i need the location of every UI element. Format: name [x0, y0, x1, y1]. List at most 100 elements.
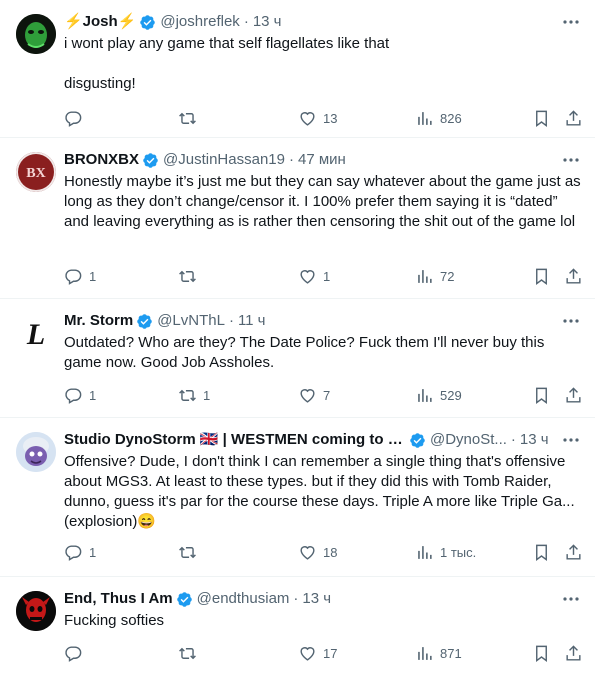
timestamp[interactable]: 11 ч: [238, 311, 266, 331]
heart-icon: [300, 111, 315, 126]
display-name[interactable]: Studio DynoStorm 🇬🇧 | WESTMEN coming to …: [64, 430, 406, 450]
cartoon-character-avatar-icon: [16, 432, 56, 472]
handle[interactable]: @JustinHassan19: [163, 150, 285, 170]
verified-badge-icon: [143, 152, 158, 168]
view-count: 826: [440, 110, 462, 126]
verified-badge-icon: [137, 313, 152, 329]
like-button[interactable]: 1: [298, 267, 330, 286]
bookmark-icon: [536, 110, 547, 127]
timestamp[interactable]: 47 мин: [298, 150, 346, 170]
retweet-button[interactable]: [178, 109, 203, 128]
more-options-icon[interactable]: [561, 14, 581, 30]
red-skull-avatar-icon: [16, 591, 56, 631]
separator-dot: ·: [288, 151, 294, 168]
tweet-text: Outdated? Who are they? The Date Police?…: [64, 334, 549, 371]
reply-icon: [65, 387, 82, 404]
reply-button[interactable]: [64, 644, 89, 663]
reply-button[interactable]: 1: [64, 386, 96, 405]
bx-logo-avatar-icon: BX: [16, 152, 56, 192]
separator-dot: ·: [510, 431, 516, 448]
retweet-icon: [179, 546, 196, 558]
more-options-icon[interactable]: [561, 313, 581, 329]
retweet-icon: [179, 647, 196, 659]
view-count: 871: [440, 645, 462, 661]
retweet-button[interactable]: [178, 267, 203, 286]
share-button[interactable]: [564, 267, 583, 286]
gothic-l-avatar-icon: L: [16, 313, 56, 353]
display-name[interactable]: Mr. Storm: [64, 311, 133, 331]
like-count: 7: [323, 387, 331, 403]
separator-dot: ·: [243, 13, 249, 30]
like-button[interactable]: 18: [298, 543, 337, 562]
like-button[interactable]: 13: [298, 109, 337, 128]
bookmark-button[interactable]: [532, 644, 551, 663]
more-options-icon[interactable]: [561, 432, 581, 448]
views-chart-icon: [418, 545, 432, 559]
verified-badge-icon: [176, 591, 192, 607]
like-count: 17: [323, 645, 338, 661]
share-button[interactable]: [564, 543, 583, 562]
verified-badge-icon: [410, 432, 425, 448]
tweet[interactable]: Studio DynoStorm 🇬🇧 | WESTMEN coming to …: [0, 418, 595, 577]
retweet-button[interactable]: 1: [178, 386, 210, 405]
tweet[interactable]: BX BRONXBX @JustinHassan19 · 47 мин Hone…: [0, 138, 595, 299]
handle[interactable]: @LvNThL: [157, 311, 225, 331]
views-button[interactable]: 72: [415, 267, 454, 286]
display-name[interactable]: End, Thus I Am: [64, 589, 173, 609]
heart-icon: [300, 269, 315, 284]
bookmark-button[interactable]: [532, 109, 551, 128]
view-count: 529: [440, 387, 462, 403]
like-count: 1: [323, 268, 331, 284]
bookmark-button[interactable]: [532, 386, 551, 405]
view-count: 72: [440, 268, 455, 284]
more-options-icon[interactable]: [561, 152, 581, 168]
reply-button[interactable]: 1: [64, 543, 96, 562]
like-button[interactable]: 17: [298, 644, 337, 663]
share-icon: [566, 109, 581, 126]
more-options-icon[interactable]: [561, 591, 581, 607]
share-button[interactable]: [564, 109, 583, 128]
avatar[interactable]: [16, 591, 56, 631]
avatar[interactable]: L: [16, 313, 56, 353]
bookmark-button[interactable]: [532, 267, 551, 286]
bookmark-icon: [536, 268, 547, 285]
avatar[interactable]: [16, 14, 56, 54]
share-button[interactable]: [564, 386, 583, 405]
display-name[interactable]: ⚡Josh⚡: [64, 12, 136, 32]
like-count: 13: [323, 110, 338, 126]
handle[interactable]: @joshreflek: [160, 12, 239, 32]
tweet[interactable]: End, Thus I Am @endthusiam · 13 ч Fuckin…: [0, 577, 595, 674]
tweet[interactable]: L Mr. Storm @LvNThL · 11 ч Outdated? Who…: [0, 299, 595, 418]
views-chart-icon: [418, 269, 432, 283]
share-button[interactable]: [564, 644, 583, 663]
reply-icon: [65, 268, 82, 285]
timestamp[interactable]: 13 ч: [253, 12, 282, 32]
retweet-button[interactable]: [178, 543, 203, 562]
reply-count: 1: [89, 544, 97, 560]
views-button[interactable]: 826: [415, 109, 462, 128]
like-button[interactable]: 7: [298, 386, 330, 405]
avatar[interactable]: [16, 432, 56, 472]
heart-icon: [300, 545, 315, 560]
retweet-button[interactable]: [178, 644, 203, 663]
bookmark-icon: [536, 645, 547, 662]
reply-button[interactable]: 1: [64, 267, 96, 286]
tweet[interactable]: ⚡Josh⚡ @joshreflek · 13 ч i wont play an…: [0, 0, 595, 138]
timestamp[interactable]: 13 ч: [302, 589, 331, 609]
reply-icon: [65, 544, 82, 561]
handle[interactable]: @endthusiam: [197, 589, 290, 609]
handle[interactable]: @DynoSt...: [430, 430, 507, 450]
views-button[interactable]: 871: [415, 644, 462, 663]
views-button[interactable]: 1 тыс.: [415, 543, 476, 562]
bookmark-button[interactable]: [532, 543, 551, 562]
svg-text:BX: BX: [26, 166, 45, 181]
share-icon: [566, 543, 581, 560]
reply-button[interactable]: [64, 109, 89, 128]
views-chart-icon: [418, 388, 432, 402]
retweet-count: 1: [203, 387, 211, 403]
avatar[interactable]: BX: [16, 152, 56, 192]
timestamp[interactable]: 13 ч: [520, 430, 549, 450]
retweet-icon: [179, 112, 196, 124]
views-button[interactable]: 529: [415, 386, 462, 405]
display-name[interactable]: BRONXBX: [64, 150, 139, 170]
